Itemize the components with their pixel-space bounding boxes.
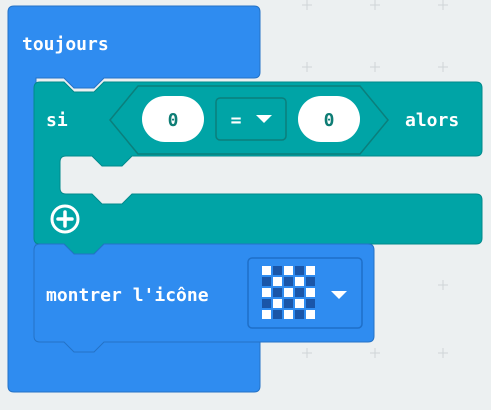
led-on [273, 277, 282, 286]
led-off [306, 277, 315, 286]
led-on [306, 310, 315, 319]
compare-block[interactable]: 0 = 0 [109, 85, 389, 155]
left-value: 0 [168, 110, 179, 131]
then-label: alors [405, 110, 459, 131]
led-on [262, 288, 271, 297]
led-off [295, 288, 304, 297]
led-on [306, 288, 315, 297]
led-on [262, 310, 271, 319]
led-on [306, 266, 315, 275]
led-on [295, 299, 304, 308]
left-value-field[interactable]: 0 [142, 96, 204, 142]
icon-picker-dropdown[interactable] [247, 257, 363, 329]
operator-dropdown[interactable]: = [215, 97, 287, 141]
led-off [273, 310, 282, 319]
if-label: si [46, 110, 68, 131]
operator-label: = [231, 110, 242, 131]
led-off [284, 277, 293, 286]
show-icon-block[interactable]: montrer l'icône [33, 243, 375, 353]
led-off [262, 299, 271, 308]
led-off [262, 277, 271, 286]
right-value: 0 [324, 110, 335, 131]
led-off [273, 288, 282, 297]
led-off [306, 299, 315, 308]
forever-label: toujours [22, 34, 109, 55]
led-off [295, 266, 304, 275]
led-on [262, 266, 271, 275]
led-off [295, 310, 304, 319]
led-off [284, 299, 293, 308]
checkerboard-led-icon [262, 266, 315, 319]
led-off [273, 266, 282, 275]
led-on [273, 299, 282, 308]
blocks-workspace[interactable]: toujours si alors 0 = 0 montrer l'icône [0, 0, 491, 410]
led-on [284, 266, 293, 275]
led-on [295, 277, 304, 286]
right-value-field[interactable]: 0 [298, 96, 360, 142]
led-on [284, 310, 293, 319]
workspace-canvas[interactable]: toujours si alors 0 = 0 montrer l'icône [0, 0, 491, 410]
led-on [284, 288, 293, 297]
show-icon-label: montrer l'icône [46, 285, 209, 306]
